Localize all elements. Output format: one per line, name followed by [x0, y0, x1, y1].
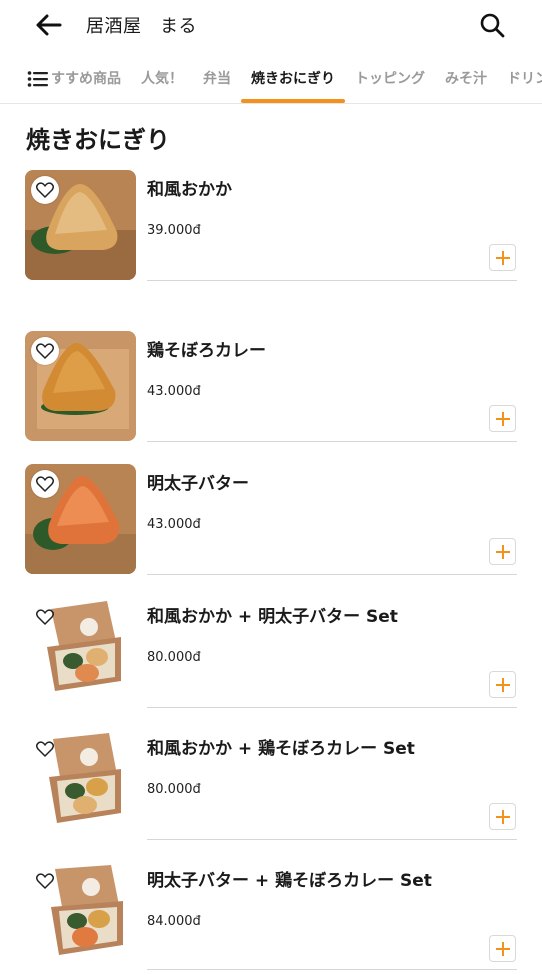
item-price: 43.000đ — [147, 384, 201, 399]
divider — [147, 280, 517, 281]
divider — [147, 574, 517, 575]
heart-icon — [36, 873, 54, 889]
favorite-button[interactable] — [31, 176, 59, 204]
add-to-cart-button[interactable] — [489, 538, 516, 565]
item-price: 84.000đ — [147, 914, 201, 929]
tab-popular[interactable]: 人気！ — [131, 56, 193, 103]
category-menu-button[interactable] — [27, 69, 49, 89]
item-price: 80.000đ — [147, 782, 201, 797]
add-to-cart-button[interactable] — [489, 671, 516, 698]
item-price: 43.000đ — [147, 517, 201, 532]
item-photo — [25, 331, 136, 441]
item-name: 和風おかか + 鶏そぼろカレー Set — [147, 739, 415, 759]
heart-icon — [36, 741, 54, 757]
favorite-button[interactable] — [31, 337, 59, 365]
category-tabbar: すすめ商品 人気！ 弁当 焼きおにぎり トッピング みそ汁 ドリンク — [0, 56, 542, 104]
divider — [147, 441, 517, 442]
category-tabs: すすめ商品 人気！ 弁当 焼きおにぎり トッピング みそ汁 ドリンク — [51, 56, 542, 103]
add-to-cart-button[interactable] — [489, 244, 516, 271]
add-to-cart-button[interactable] — [489, 803, 516, 830]
heart-icon — [36, 343, 54, 359]
store-title: 居酒屋 まる — [86, 16, 197, 37]
divider — [147, 839, 517, 840]
item-photo — [25, 170, 136, 280]
item-price: 39.000đ — [147, 223, 201, 238]
top-app-bar: 居酒屋 まる — [0, 0, 542, 50]
favorite-button[interactable] — [31, 603, 59, 631]
item-name: 和風おかか + 明太子バター Set — [147, 607, 398, 627]
section-title: 焼きおにぎり — [26, 126, 170, 154]
item-photo — [25, 464, 136, 574]
favorite-button[interactable] — [31, 867, 59, 895]
add-to-cart-button[interactable] — [489, 405, 516, 432]
tab-bento[interactable]: 弁当 — [193, 56, 241, 103]
tab-recommended[interactable]: すすめ商品 — [51, 56, 131, 103]
item-price: 80.000đ — [147, 650, 201, 665]
favorite-button[interactable] — [31, 735, 59, 763]
search-icon — [480, 13, 505, 38]
item-photo — [25, 861, 136, 971]
divider — [147, 707, 517, 708]
item-name: 明太子バター — [147, 474, 249, 494]
heart-icon — [36, 182, 54, 198]
arrow-left-icon — [36, 14, 62, 36]
favorite-button[interactable] — [31, 470, 59, 498]
search-button[interactable] — [478, 11, 506, 39]
divider — [147, 969, 517, 970]
list-menu-icon — [27, 71, 48, 87]
tab-miso-soup[interactable]: みそ汁 — [435, 56, 497, 103]
back-button[interactable] — [34, 10, 64, 40]
heart-icon — [36, 609, 54, 625]
add-to-cart-button[interactable] — [489, 935, 516, 962]
tab-drinks[interactable]: ドリンク — [497, 56, 542, 103]
item-photo — [25, 597, 136, 707]
item-photo — [25, 729, 136, 839]
item-name: 明太子バター + 鶏そぼろカレー Set — [147, 871, 432, 891]
item-name: 鶏そぼろカレー — [147, 341, 266, 361]
tab-yaki-onigiri[interactable]: 焼きおにぎり — [241, 56, 345, 103]
tab-topping[interactable]: トッピング — [345, 56, 435, 103]
heart-icon — [36, 476, 54, 492]
item-name: 和風おかか — [147, 180, 232, 200]
